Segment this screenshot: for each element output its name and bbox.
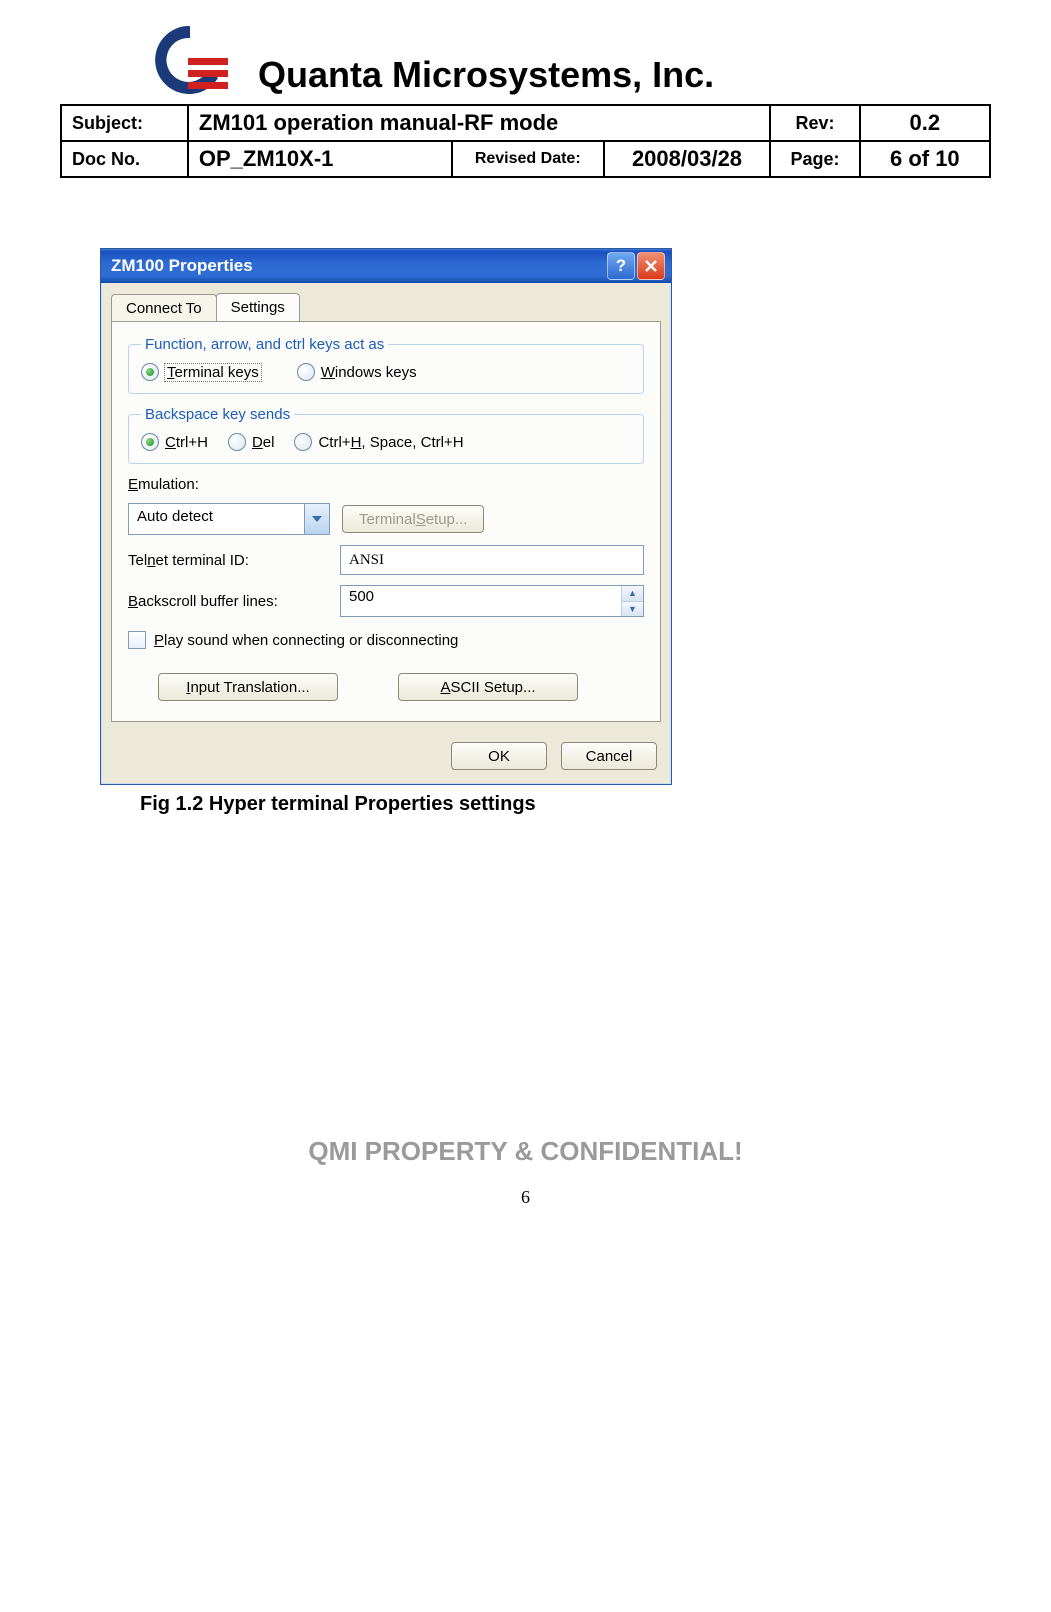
telnet-id-input[interactable] bbox=[340, 545, 644, 575]
rev-label: Rev: bbox=[770, 105, 859, 141]
company-name: Quanta Microsystems, Inc. bbox=[258, 54, 714, 96]
radio-icon bbox=[297, 363, 315, 381]
company-logo bbox=[140, 20, 240, 100]
backspace-group: Backspace key sends Ctrl+H Del Ctrl+H bbox=[128, 406, 644, 464]
ascii-setup-button[interactable]: ASCII Setup... bbox=[398, 673, 578, 701]
emulation-value: Auto detect bbox=[129, 504, 304, 534]
terminal-keys-radio[interactable]: Terminal keys bbox=[141, 363, 261, 381]
windows-keys-radio[interactable]: Windows keys bbox=[297, 363, 417, 381]
input-translation-button[interactable]: Input Translation... bbox=[158, 673, 338, 701]
ok-button[interactable]: OK bbox=[451, 742, 547, 770]
help-button[interactable]: ? bbox=[607, 252, 635, 280]
dialog-title: ZM100 Properties bbox=[111, 256, 605, 276]
backspace-legend: Backspace key sends bbox=[141, 406, 294, 423]
emulation-combo[interactable]: Auto detect bbox=[128, 503, 330, 535]
confidential-footer: QMI PROPERTY & CONFIDENTIAL! bbox=[60, 1136, 991, 1167]
radio-selected-icon bbox=[141, 363, 159, 381]
figure-caption: Fig 1.2 Hyper terminal Properties settin… bbox=[140, 793, 991, 816]
function-keys-group: Function, arrow, and ctrl keys act as Te… bbox=[128, 336, 644, 394]
ctrl-h-radio[interactable]: Ctrl+H bbox=[141, 433, 208, 451]
tab-connect-to[interactable]: Connect To bbox=[111, 294, 217, 322]
function-keys-legend: Function, arrow, and ctrl keys act as bbox=[141, 336, 388, 353]
page-value: 6 of 10 bbox=[860, 141, 990, 177]
spinner-down-icon[interactable]: ▼ bbox=[621, 601, 643, 617]
document-meta-table: Subject: ZM101 operation manual-RF mode … bbox=[60, 104, 991, 178]
backscroll-label: Backscroll buffer lines: bbox=[128, 593, 328, 610]
backscroll-spinner[interactable]: 500 ▲ ▼ bbox=[340, 585, 644, 617]
telnet-id-label: Telnet terminal ID: bbox=[128, 552, 328, 569]
page-label: Page: bbox=[770, 141, 859, 177]
radio-icon bbox=[228, 433, 246, 451]
ctrl-h-space-radio[interactable]: Ctrl+H, Space, Ctrl+H bbox=[294, 433, 463, 451]
terminal-setup-button: Terminal Setup... bbox=[342, 505, 484, 533]
revised-label: Revised Date: bbox=[452, 141, 604, 177]
play-sound-checkbox[interactable]: Play sound when connecting or disconnect… bbox=[128, 631, 644, 649]
radio-selected-icon bbox=[141, 433, 159, 451]
close-button[interactable] bbox=[637, 252, 665, 280]
tab-settings[interactable]: Settings bbox=[216, 293, 300, 321]
page-number: 6 bbox=[60, 1187, 991, 1208]
tabstrip: Connect To Settings bbox=[101, 283, 671, 321]
spinner-up-icon[interactable]: ▲ bbox=[621, 586, 643, 601]
backscroll-value: 500 bbox=[341, 586, 621, 616]
docno-value: OP_ZM10X-1 bbox=[188, 141, 452, 177]
emulation-label: Emulation: bbox=[128, 476, 644, 493]
subject-value: ZM101 operation manual-RF mode bbox=[188, 105, 771, 141]
revised-value: 2008/03/28 bbox=[604, 141, 771, 177]
subject-label: Subject: bbox=[61, 105, 188, 141]
dialog-bottom-bar: OK Cancel bbox=[101, 732, 671, 784]
radio-icon bbox=[294, 433, 312, 451]
rev-value: 0.2 bbox=[860, 105, 990, 141]
properties-dialog: ZM100 Properties ? Connect To Settings F… bbox=[100, 248, 672, 785]
docno-label: Doc No. bbox=[61, 141, 188, 177]
del-radio[interactable]: Del bbox=[228, 433, 275, 451]
document-header: Quanta Microsystems, Inc. bbox=[60, 20, 991, 100]
checkbox-icon bbox=[128, 631, 146, 649]
cancel-button[interactable]: Cancel bbox=[561, 742, 657, 770]
titlebar: ZM100 Properties ? bbox=[101, 249, 671, 283]
settings-pane: Function, arrow, and ctrl keys act as Te… bbox=[111, 321, 661, 722]
chevron-down-icon[interactable] bbox=[304, 504, 329, 534]
